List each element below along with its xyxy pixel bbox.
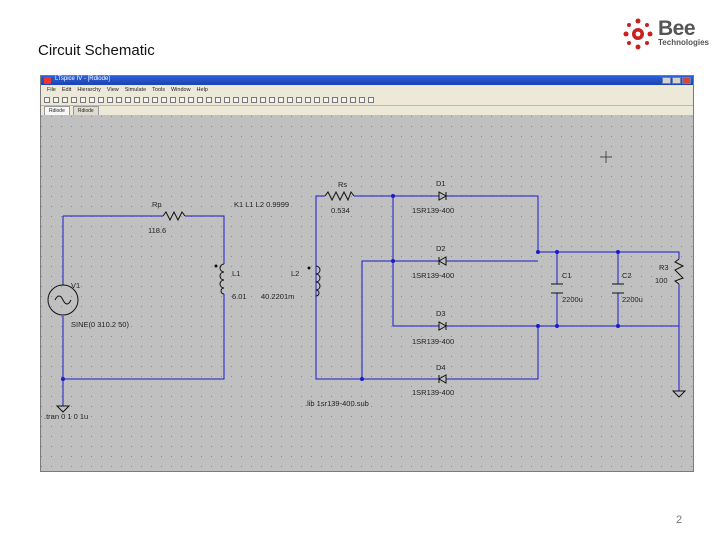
slide-title: Circuit Schematic [38,42,155,59]
maximize-button[interactable] [672,77,681,84]
redo-icon[interactable] [350,96,356,103]
lib-directive: .lib 1sr139-400.sub [305,399,369,408]
menu-edit[interactable]: Edit [62,87,71,93]
l1-label: L1 [232,269,240,278]
d3-label: D3 [436,309,446,318]
l1-value: 6.01 [232,292,247,301]
rp-value: 118.6 [148,226,166,235]
rotate-icon[interactable] [305,96,311,103]
rs-label: Rs [338,180,347,189]
window-title: LTspice IV - [Rdiode] [55,76,110,82]
close-button[interactable] [682,77,691,84]
r3-label: R3 [659,263,669,272]
inductor-icon[interactable] [278,96,284,103]
d2-value: 1SR139-400 [412,271,454,280]
tile-horizontal-icon[interactable] [134,96,140,103]
wire-icon[interactable] [233,96,239,103]
c2-label: C2 [622,271,632,280]
spice-directive-icon[interactable] [368,96,374,103]
menu-help[interactable]: Help [197,87,208,93]
tab-bar: Rdiode Rdiode [41,106,693,115]
save-icon[interactable] [53,96,59,103]
zoom-fit-icon[interactable] [116,96,122,103]
capacitor-icon[interactable] [269,96,275,103]
logo-subtitle: Technologies [658,38,709,47]
print-icon[interactable] [224,96,230,103]
text-icon[interactable] [359,96,365,103]
cascade-icon[interactable] [152,96,158,103]
d2-label: D2 [436,244,446,253]
resistor-icon[interactable] [260,96,266,103]
pan-icon[interactable] [98,96,104,103]
c1-value: 2200u [562,295,583,304]
menu-simulate[interactable]: Simulate [125,87,146,93]
tab-schematic-1[interactable]: Rdiode [44,106,70,115]
move-icon[interactable] [332,96,338,103]
menu-view[interactable]: View [107,87,119,93]
d4-label: D4 [436,363,446,372]
halt-icon[interactable] [80,96,86,103]
menu-window[interactable]: Window [171,87,191,93]
r3-value: 100 [655,276,668,285]
label-net-icon[interactable] [251,96,257,103]
close-all-icon[interactable] [161,96,167,103]
c2-value: 2200u [622,295,643,304]
menubar: File Edit Hierarchy View Simulate Tools … [41,85,693,94]
app-icon [44,77,51,84]
settings-icon[interactable] [62,96,68,103]
copy-icon[interactable] [197,96,203,103]
menu-file[interactable]: File [47,87,56,93]
v1-value: SINE(0 310.2 50) [71,320,129,329]
run-icon[interactable] [71,96,77,103]
d1-label: D1 [436,179,446,188]
component-icon[interactable] [296,96,302,103]
control-panel-icon[interactable] [170,96,176,103]
drag-icon[interactable] [323,96,329,103]
toolbar [41,94,693,106]
cut-icon[interactable] [188,96,194,103]
undo-icon[interactable] [341,96,347,103]
rp-label: Rp [152,200,162,209]
menu-hierarchy[interactable]: Hierarchy [77,87,101,93]
window-titlebar: LTspice IV - [Rdiode] [41,76,693,85]
l2-label: L2 [291,269,299,278]
d1-value: 1SR139-400 [412,206,454,215]
diode-icon[interactable] [287,96,293,103]
tile-vertical-icon[interactable] [143,96,149,103]
mirror-icon[interactable] [314,96,320,103]
d4-value: 1SR139-400 [412,388,454,397]
ltspice-window: LTspice IV - [Rdiode] File Edit Hierarch… [40,75,694,472]
menu-tools[interactable]: Tools [152,87,165,93]
minimize-button[interactable] [662,77,671,84]
ground-icon[interactable] [242,96,248,103]
coupling-directive: K1 L1 L2 0.9999 [234,200,289,209]
c1-label: C1 [562,271,572,280]
tran-directive: .tran 0 1 0 1u [44,412,88,421]
schematic-canvas[interactable]: Rp 118.6 Rs 0.534 K1 L1 L2 0.9999 L1 6.0… [41,116,693,471]
autorange-icon[interactable] [125,96,131,103]
page-number: 2 [676,514,683,526]
tab-schematic-2[interactable]: Rdiode [72,106,99,115]
l2-value: 40.2201m [261,292,294,301]
open-icon[interactable] [44,96,50,103]
find-icon[interactable] [215,96,221,103]
probe-icon[interactable] [179,96,185,103]
zoom-out-icon[interactable] [107,96,113,103]
v1-label: V1 [71,281,80,290]
d3-value: 1SR139-400 [412,337,454,346]
zoom-in-icon[interactable] [89,96,95,103]
paste-icon[interactable] [206,96,212,103]
rs-value: 0.534 [331,206,350,215]
